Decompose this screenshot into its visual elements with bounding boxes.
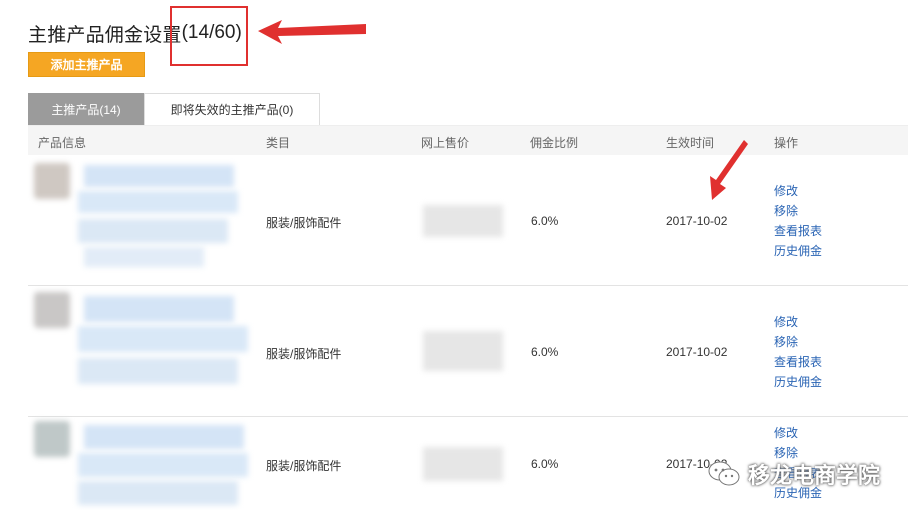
products-table: 产品信息 类目 网上售价 佣金比例 生效时间 操作 服装/服饰配件 6.0% 2… [28, 125, 908, 505]
arrow-annotation-icon [258, 20, 366, 44]
commission-history-link[interactable]: 历史佣金 [774, 372, 822, 392]
wechat-watermark: 移龙电商学院 [708, 458, 880, 490]
row-category: 服装/服饰配件 [266, 459, 342, 473]
product-thumbnail [34, 421, 70, 457]
product-thumbnail [34, 163, 70, 199]
table-row: 服装/服饰配件 6.0% 2017-10-02 修改 移除 查看报表 历史佣金 [28, 286, 908, 417]
view-report-link[interactable]: 查看报表 [774, 221, 822, 241]
edit-link[interactable]: 修改 [774, 312, 822, 332]
edit-link[interactable]: 修改 [774, 181, 822, 201]
wechat-icon [708, 461, 740, 486]
commission-history-link[interactable]: 历史佣金 [774, 241, 822, 261]
product-info-redacted [84, 296, 234, 322]
row-commission-rate: 6.0% [531, 345, 559, 359]
tab-featured-products[interactable]: 主推产品(14) [28, 93, 144, 125]
price-redacted [423, 447, 503, 481]
product-info-redacted [84, 425, 244, 449]
product-info-redacted [84, 165, 234, 187]
remove-link[interactable]: 移除 [774, 332, 822, 352]
table-header: 产品信息 类目 网上售价 佣金比例 生效时间 操作 [28, 125, 908, 155]
col-header-price: 网上售价 [421, 136, 470, 150]
row-effective-date: 2017-10-02 [666, 345, 728, 359]
col-header-commission-rate: 佣金比例 [530, 136, 579, 150]
add-featured-product-button[interactable]: 添加主推产品 [28, 52, 145, 77]
row-actions: 修改 移除 查看报表 历史佣金 [774, 181, 822, 261]
highlight-box-annotation [170, 6, 248, 66]
row-category: 服装/服饰配件 [266, 216, 342, 230]
price-redacted [423, 331, 503, 371]
page-title: 主推产品佣金设置 [28, 24, 182, 46]
row-commission-rate: 6.0% [531, 457, 559, 471]
product-thumbnail [34, 292, 70, 328]
view-report-link[interactable]: 查看报表 [774, 352, 822, 372]
edit-link[interactable]: 修改 [774, 423, 822, 443]
row-effective-date: 2017-10-02 [666, 214, 728, 228]
commission-settings-page: 主推产品佣金设置 (14/60) 添加主推产品 主推产品(14) 即将失效的主推… [28, 0, 908, 510]
row-commission-rate: 6.0% [531, 214, 559, 228]
col-header-product-info: 产品信息 [38, 136, 87, 150]
remove-link[interactable]: 移除 [774, 201, 822, 221]
row-actions: 修改 移除 查看报表 历史佣金 [774, 312, 822, 392]
price-redacted [423, 205, 503, 237]
col-header-category: 类目 [266, 136, 291, 150]
watermark-text: 移龙电商学院 [747, 463, 880, 488]
table-row: 服装/服饰配件 6.0% 2017-10-02 修改 移除 查看报表 历史佣金 [28, 155, 908, 286]
col-header-actions: 操作 [774, 136, 799, 150]
tab-bar: 主推产品(14) 即将失效的主推产品(0) [28, 93, 320, 125]
tab-expiring-products[interactable]: 即将失效的主推产品(0) [144, 93, 320, 125]
arrow-annotation-icon [710, 140, 748, 200]
row-category: 服装/服饰配件 [266, 347, 342, 361]
